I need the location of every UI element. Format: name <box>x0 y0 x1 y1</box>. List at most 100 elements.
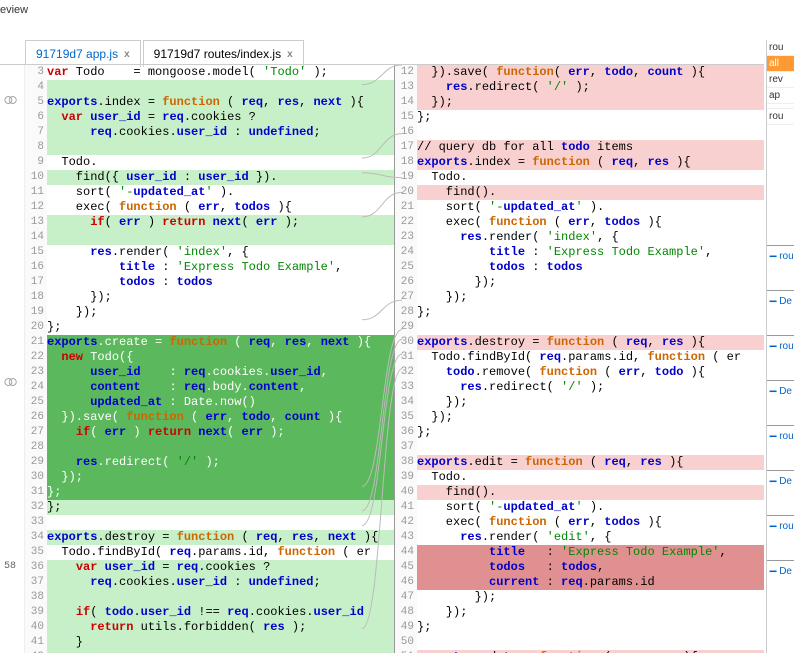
code-line[interactable]: title : 'Express Todo Example', <box>47 260 394 275</box>
code-line[interactable]: }).save( function( err, todo, count ){ <box>417 65 764 80</box>
code-line[interactable]: req.cookies.user_id : undefined; <box>47 575 394 590</box>
code-line[interactable]: }); <box>417 590 764 605</box>
strip-file-item[interactable]: ap <box>767 88 794 104</box>
line-number: 19 <box>25 305 44 320</box>
code-line[interactable] <box>47 230 394 245</box>
code-line[interactable]: req.cookies.user_id : undefined; <box>47 125 394 140</box>
code-line[interactable]: Todo.findById( req.params.id, function (… <box>417 350 764 365</box>
code-line[interactable]: res.render( 'edit', { <box>417 530 764 545</box>
code-line[interactable]: Todo.findById( req.params.id, function (… <box>47 545 394 560</box>
code-line[interactable]: } <box>47 635 394 650</box>
code-line[interactable]: }); <box>47 470 394 485</box>
code-line[interactable]: res.redirect( '/' ); <box>417 380 764 395</box>
code-line[interactable]: exports.create = function ( req, res, ne… <box>47 335 394 350</box>
right-diff-pane[interactable]: 1213141516171819202122232425262728293031… <box>395 65 764 653</box>
strip-diff-link[interactable]: −De <box>767 290 794 311</box>
code-line[interactable]: res.render( 'index', { <box>47 245 394 260</box>
tab-routes-index-js[interactable]: 91719d7 routes/index.js x <box>143 40 304 67</box>
code-line[interactable]: Todo. <box>47 155 394 170</box>
code-line[interactable]: if( todo.user_id !== req.cookies.user_id <box>47 605 394 620</box>
code-line[interactable] <box>47 515 394 530</box>
code-line[interactable] <box>417 635 764 650</box>
code-line[interactable]: }); <box>417 410 764 425</box>
strip-file-item[interactable]: all <box>767 56 794 72</box>
code-line[interactable]: new Todo({ <box>47 350 394 365</box>
code-line[interactable]: find(). <box>417 485 764 500</box>
close-icon[interactable]: x <box>287 49 293 60</box>
tab-app-js[interactable]: 91719d7 app.js x <box>25 40 141 67</box>
strip-diff-link[interactable]: −rou <box>767 425 794 446</box>
code-line[interactable] <box>47 80 394 95</box>
strip-diff-link[interactable]: −De <box>767 560 794 581</box>
code-line[interactable]: exports.destroy = function ( req, res ){ <box>417 335 764 350</box>
strip-file-item[interactable]: rou <box>767 40 794 56</box>
code-line[interactable]: Todo. <box>417 470 764 485</box>
code-line[interactable]: exec( function ( err, todos ){ <box>417 215 764 230</box>
code-line[interactable]: }; <box>417 110 764 125</box>
code-line[interactable]: res.redirect( '/' ); <box>47 455 394 470</box>
code-line[interactable]: }; <box>47 485 394 500</box>
code-line[interactable]: }; <box>417 425 764 440</box>
code-line[interactable]: exports.index = function ( req, res ){ <box>417 155 764 170</box>
code-line[interactable] <box>417 125 764 140</box>
code-line[interactable]: Todo. <box>417 170 764 185</box>
code-line[interactable]: sort( '-updated_at' ). <box>417 200 764 215</box>
strip-diff-link[interactable]: −rou <box>767 335 794 356</box>
strip-file-item[interactable]: rou <box>767 109 794 125</box>
code-line[interactable]: find(). <box>417 185 764 200</box>
code-line[interactable]: }; <box>417 305 764 320</box>
code-line[interactable]: todos : todos <box>417 260 764 275</box>
code-line[interactable]: }; <box>47 500 394 515</box>
code-line[interactable] <box>47 140 394 155</box>
code-line[interactable]: res.redirect( '/' ); <box>417 80 764 95</box>
code-line[interactable]: exec( function ( err, todos ){ <box>47 200 394 215</box>
code-line[interactable]: return utils.forbidden( res ); <box>47 620 394 635</box>
code-line[interactable]: }; <box>47 320 394 335</box>
code-line[interactable]: }); <box>47 305 394 320</box>
code-line[interactable]: }); <box>417 605 764 620</box>
code-line[interactable]: }); <box>47 290 394 305</box>
code-line[interactable]: var user_id = req.cookies ? <box>47 560 394 575</box>
code-line[interactable]: }); <box>417 395 764 410</box>
code-line[interactable]: find({ user_id : user_id }). <box>47 170 394 185</box>
code-line[interactable]: exports.index = function ( req, res, nex… <box>47 95 394 110</box>
code-line[interactable]: title : 'Express Todo Example', <box>417 245 764 260</box>
code-line[interactable]: // query db for all todo items <box>417 140 764 155</box>
strip-diff-link[interactable]: −De <box>767 380 794 401</box>
strip-diff-link[interactable]: −rou <box>767 245 794 266</box>
left-diff-pane[interactable]: 3456789101112131415161718192021222324252… <box>25 65 395 653</box>
code-line[interactable]: title : 'Express Todo Example', <box>417 545 764 560</box>
code-line[interactable]: if( err ) return next( err ); <box>47 215 394 230</box>
code-line[interactable]: exports.edit = function ( req, res ){ <box>417 455 764 470</box>
code-line[interactable]: }); <box>417 275 764 290</box>
code-line[interactable]: var user_id = req.cookies ? <box>47 110 394 125</box>
code-line[interactable]: if( err ) return next( err ); <box>47 425 394 440</box>
code-line[interactable]: var Todo = mongoose.model( 'Todo' ); <box>47 65 394 80</box>
code-line[interactable] <box>417 440 764 455</box>
code-line[interactable]: todos : todos, <box>417 560 764 575</box>
strip-diff-link[interactable]: −rou <box>767 515 794 536</box>
code-line[interactable]: sort( '-updated_at' ). <box>417 500 764 515</box>
code-line[interactable]: sort( '-updated_at' ). <box>47 185 394 200</box>
code-line[interactable]: updated_at : Date.now() <box>47 395 394 410</box>
strip-file-item[interactable]: rev <box>767 72 794 88</box>
code-line[interactable]: }); <box>417 290 764 305</box>
code-line[interactable] <box>47 440 394 455</box>
code-line[interactable]: todos : todos <box>47 275 394 290</box>
code-line[interactable]: user_id : req.cookies.user_id, <box>47 365 394 380</box>
code-line[interactable]: }).save( function ( err, todo, count ){ <box>47 410 394 425</box>
code-line[interactable] <box>417 320 764 335</box>
comment-icon[interactable] <box>4 93 18 107</box>
close-icon[interactable]: x <box>124 49 130 60</box>
strip-diff-link[interactable]: −De <box>767 470 794 491</box>
code-line[interactable]: }); <box>417 95 764 110</box>
code-line[interactable]: exec( function ( err, todos ){ <box>417 515 764 530</box>
code-line[interactable]: content : req.body.content, <box>47 380 394 395</box>
code-line[interactable] <box>47 590 394 605</box>
code-line[interactable]: todo.remove( function ( err, todo ){ <box>417 365 764 380</box>
code-line[interactable]: current : req.params.id <box>417 575 764 590</box>
comment-icon[interactable] <box>4 375 18 389</box>
code-line[interactable]: exports.destroy = function ( req, res, n… <box>47 530 394 545</box>
code-line[interactable]: res.render( 'index', { <box>417 230 764 245</box>
code-line[interactable]: }; <box>417 620 764 635</box>
